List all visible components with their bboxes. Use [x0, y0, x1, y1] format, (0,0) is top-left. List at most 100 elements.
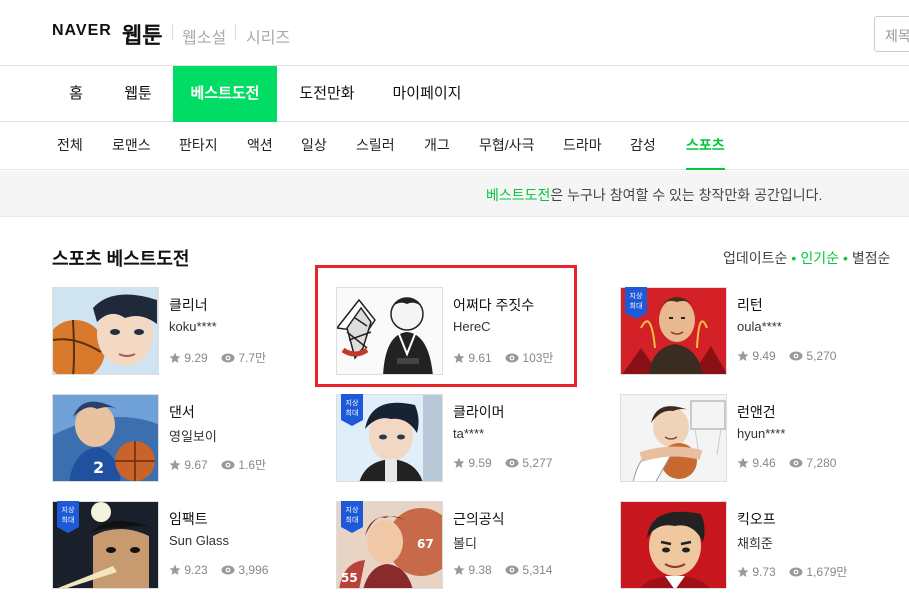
- comic-thumbnail[interactable]: 2: [52, 394, 159, 482]
- genre-drama[interactable]: 드라마: [563, 122, 602, 170]
- top-header: NAVER 웹툰 웹소설 시리즈 제목: [0, 0, 909, 66]
- view-count: 3,996: [238, 563, 269, 577]
- star-icon: [453, 564, 465, 579]
- star-icon: [169, 459, 181, 474]
- star-icon: [453, 457, 465, 472]
- comic-thumbnail[interactable]: [52, 287, 159, 375]
- comic-title[interactable]: 임팩트: [169, 509, 208, 529]
- genre-emotion[interactable]: 감성: [630, 122, 656, 170]
- eye-icon: [789, 566, 803, 581]
- comic-card[interactable]: 2 댄서 영일보이 9.67 1.6만: [52, 394, 292, 486]
- comic-title[interactable]: 댄서: [169, 402, 195, 422]
- comic-card[interactable]: 67 55 지상 최대 근의공식 볼디 9.38 5,314: [336, 501, 576, 593]
- view-count: 7.7만: [238, 351, 267, 365]
- top-tier-badge: 지상 최대: [341, 501, 363, 533]
- divider: [235, 24, 236, 40]
- eye-icon: [505, 564, 519, 579]
- genre-thriller[interactable]: 스릴러: [356, 122, 395, 170]
- badge-text-bottom: 최대: [346, 408, 359, 417]
- comic-card[interactable]: 지상 최대 리턴 oula**** 9.49 5,270: [620, 287, 860, 379]
- genre-daily[interactable]: 일상: [301, 122, 327, 170]
- service-link-webnovel[interactable]: 웹소설: [182, 24, 226, 48]
- genre-all[interactable]: 전체: [57, 122, 83, 170]
- rating-value: 9.29: [184, 351, 208, 365]
- webtoon-brand[interactable]: 웹툰: [122, 18, 162, 50]
- eye-icon: [789, 350, 803, 365]
- nav-challenge[interactable]: 도전만화: [290, 66, 364, 122]
- star-icon: [169, 564, 181, 579]
- badge-text-top: 지상: [630, 291, 643, 300]
- top-tier-badge: 지상 최대: [341, 394, 363, 426]
- rating-value: 9.73: [752, 565, 776, 579]
- sort-update[interactable]: 업데이트순: [723, 248, 787, 268]
- sort-options: 업데이트순 • 인기순 • 별점순: [723, 248, 891, 268]
- rating-value: 9.49: [752, 349, 776, 363]
- service-link-series[interactable]: 시리즈: [246, 24, 290, 48]
- view-count: 1.6만: [238, 458, 267, 472]
- rating-value: 9.59: [468, 456, 492, 470]
- genre-action[interactable]: 액션: [247, 122, 273, 170]
- comic-author: oula****: [737, 319, 782, 334]
- comic-card[interactable]: 클리너 koku**** 9.29 7.7만: [52, 287, 292, 379]
- rating-value: 9.38: [468, 563, 492, 577]
- genre-comedy[interactable]: 개그: [424, 122, 450, 170]
- comic-author: 영일보이: [169, 429, 217, 444]
- comic-card[interactable]: 런앤건 hyun**** 9.46 7,280: [620, 394, 860, 486]
- rating-value: 9.67: [184, 458, 208, 472]
- comic-author: Sun Glass: [169, 533, 229, 548]
- notice-highlight[interactable]: 베스트도전: [486, 187, 550, 203]
- genre-romance[interactable]: 로맨스: [112, 122, 151, 170]
- eye-icon: [505, 457, 519, 472]
- comic-title[interactable]: 리턴: [737, 295, 763, 315]
- notice-text: 베스트도전은 누구나 참여할 수 있는 창작만화 공간입니다.: [486, 185, 822, 205]
- divider: [172, 24, 173, 40]
- rating-value: 9.46: [752, 456, 776, 470]
- svg-text:67: 67: [417, 537, 434, 551]
- top-tier-badge: 지상 최대: [57, 501, 79, 533]
- notice-body: 은 누구나 참여할 수 있는 창작만화 공간입니다.: [550, 187, 823, 203]
- badge-text-bottom: 최대: [630, 301, 643, 310]
- comic-thumbnail[interactable]: [620, 501, 727, 589]
- nav-mypage[interactable]: 마이페이지: [380, 66, 474, 122]
- sort-separator: •: [842, 250, 848, 266]
- comic-stats: 9.49 5,270: [737, 349, 846, 365]
- comic-card[interactable]: 킥오프 채희준 9.73 1,679만: [620, 501, 860, 593]
- sort-rating[interactable]: 별점순: [852, 248, 891, 268]
- star-icon: [737, 566, 749, 581]
- comic-card[interactable]: 지상 최대 클라이머 ta**** 9.59 5,277: [336, 394, 576, 486]
- genre-fantasy[interactable]: 판타지: [179, 122, 218, 170]
- naver-logo[interactable]: NAVER: [52, 22, 112, 40]
- comic-author: ta****: [453, 426, 485, 441]
- comic-stats: 9.46 7,280: [737, 456, 846, 472]
- comic-title[interactable]: 런앤건: [737, 402, 776, 422]
- comic-stats: 9.67 1.6만: [169, 456, 276, 474]
- genre-martial[interactable]: 무협/사극: [479, 122, 534, 170]
- notice-bar: 베스트도전은 누구나 참여할 수 있는 창작만화 공간입니다.: [0, 171, 909, 217]
- comic-title[interactable]: 클라이머: [453, 402, 505, 422]
- genre-sports[interactable]: 스포츠: [686, 122, 725, 170]
- sort-separator: •: [791, 250, 797, 266]
- search-input[interactable]: 제목: [874, 16, 909, 52]
- eye-icon: [221, 459, 235, 474]
- rating-value: 9.23: [184, 563, 208, 577]
- badge-text-bottom: 최대: [62, 515, 75, 524]
- comic-card[interactable]: 지상 최대 임팩트 Sun Glass 9.23 3,996: [52, 501, 292, 593]
- comic-author: koku****: [169, 319, 217, 334]
- star-icon: [737, 350, 749, 365]
- badge-text-top: 지상: [346, 398, 359, 407]
- view-count: 5,277: [522, 456, 553, 470]
- svg-text:2: 2: [93, 458, 104, 477]
- star-icon: [737, 457, 749, 472]
- sort-popular[interactable]: 인기순: [800, 248, 839, 268]
- nav-webtoon[interactable]: 웹툰: [112, 66, 164, 122]
- comic-title[interactable]: 킥오프: [737, 509, 776, 529]
- comic-title[interactable]: 클리너: [169, 295, 208, 315]
- comic-title[interactable]: 근의공식: [453, 509, 505, 529]
- eye-icon: [221, 564, 235, 579]
- nav-home[interactable]: 홈: [52, 66, 100, 122]
- badge-text-top: 지상: [62, 505, 75, 514]
- nav-best-challenge[interactable]: 베스트도전: [173, 66, 277, 122]
- svg-text:55: 55: [341, 571, 358, 585]
- comic-stats: 9.73 1,679만: [737, 563, 857, 581]
- comic-thumbnail[interactable]: [620, 394, 727, 482]
